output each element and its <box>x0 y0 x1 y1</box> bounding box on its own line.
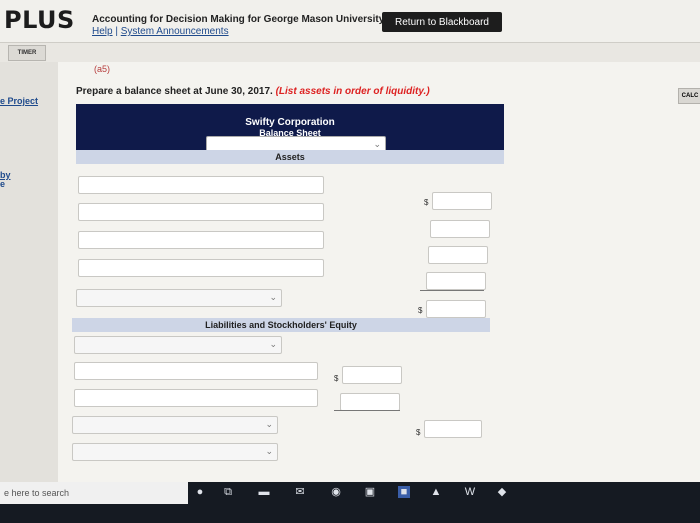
liability-account-input-2[interactable] <box>74 389 318 407</box>
left-navigation <box>0 62 60 482</box>
calculator-tab[interactable]: CALC <box>678 88 700 104</box>
instruction-text: Prepare a balance sheet at June 30, 2017… <box>76 86 276 97</box>
instruction-note: (List assets in order of liquidity.) <box>275 86 430 97</box>
browser-icon[interactable]: ◆ <box>496 486 508 498</box>
chevron-down-icon: ⌄ <box>269 339 277 349</box>
header-links: Help | System Announcements <box>92 26 229 37</box>
system-announcements-link[interactable]: System Announcements <box>121 26 229 37</box>
microphone-icon[interactable]: ● <box>194 486 206 498</box>
asset-total-select[interactable]: ⌄ <box>76 289 282 307</box>
active-app-icon[interactable]: ■ <box>398 486 410 498</box>
liability-amount-input-2[interactable] <box>340 393 400 411</box>
asset-account-input-2[interactable] <box>78 203 324 221</box>
asset-account-input-1[interactable] <box>78 176 324 194</box>
project-link[interactable]: e Project <box>0 96 38 106</box>
currency-symbol: $ <box>416 428 421 437</box>
chevron-down-icon: ⌄ <box>265 446 273 456</box>
asset-amount-input-4[interactable] <box>426 272 486 290</box>
chevron-down-icon: ⌄ <box>269 292 277 302</box>
wileyplus-logo: PLUS <box>4 6 75 34</box>
help-link[interactable]: Help <box>92 26 113 37</box>
asset-account-input-3[interactable] <box>78 231 324 249</box>
return-to-blackboard-button[interactable]: Return to Blackboard <box>382 12 502 32</box>
liability-account-select-1[interactable]: ⌄ <box>74 336 282 354</box>
pdf-reader-icon[interactable]: ▲ <box>430 486 442 498</box>
currency-symbol: $ <box>334 374 339 383</box>
task-view-icon[interactable]: ⧉ <box>222 486 234 498</box>
asset-amount-input-3[interactable] <box>428 246 488 264</box>
currency-symbol: $ <box>418 306 423 315</box>
equity-account-select[interactable]: ⌄ <box>72 443 278 461</box>
chevron-down-icon: ⌄ <box>373 139 381 149</box>
asset-amount-input-1[interactable] <box>432 192 492 210</box>
company-name: Swifty Corporation <box>245 117 335 128</box>
total-assets-input[interactable] <box>426 300 486 318</box>
store-icon[interactable]: ▣ <box>364 486 376 498</box>
instruction: Prepare a balance sheet at June 30, 2017… <box>76 86 430 97</box>
liability-total-input[interactable] <box>424 420 482 438</box>
link-separator: | <box>112 26 121 37</box>
course-title: Accounting for Decision Making for Georg… <box>92 14 401 25</box>
asset-account-input-4[interactable] <box>78 259 324 277</box>
mail-icon[interactable]: ✉ <box>294 486 306 498</box>
word-icon[interactable]: W <box>464 486 476 498</box>
chat-icon[interactable]: ◉ <box>330 486 342 498</box>
subtotal-rule <box>420 290 484 291</box>
liability-total-select[interactable]: ⌄ <box>72 416 278 434</box>
liability-subtotal-rule <box>334 410 400 411</box>
assets-heading: Assets <box>76 150 504 164</box>
currency-symbol: $ <box>424 198 429 207</box>
liabilities-equity-heading: Liabilities and Stockholders' Equity <box>72 318 490 332</box>
liability-amount-input-1[interactable] <box>342 366 402 384</box>
previous-item-label: (a5) <box>94 64 111 74</box>
chevron-down-icon: ⌄ <box>265 419 273 429</box>
file-explorer-icon[interactable]: ▬ <box>258 486 270 498</box>
liability-account-input-1[interactable] <box>74 362 318 380</box>
timer-tab[interactable]: TIMER <box>8 45 46 61</box>
taskbar-search-input[interactable]: e here to search <box>0 482 188 504</box>
asset-amount-input-2[interactable] <box>430 220 490 238</box>
nav-fragment: e <box>0 179 6 189</box>
